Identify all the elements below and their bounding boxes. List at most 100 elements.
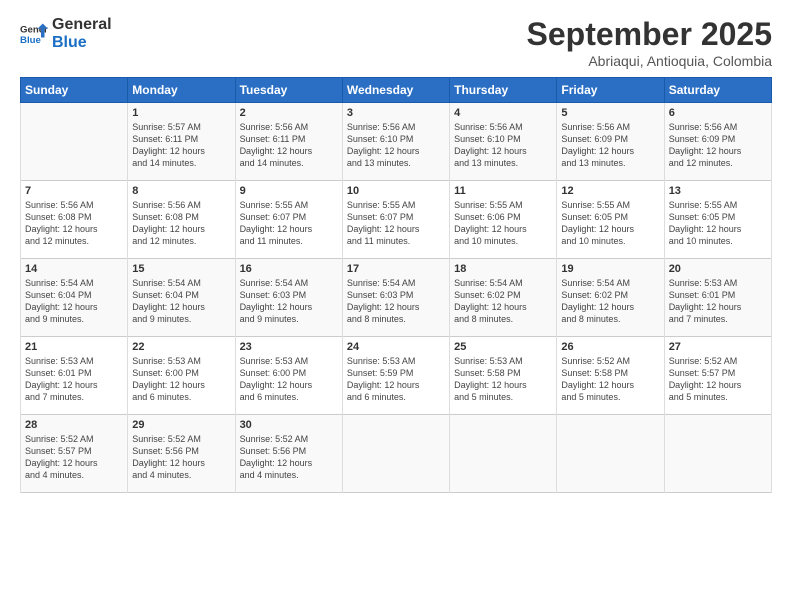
day-number: 13 [669, 185, 767, 197]
day-info: Sunrise: 5:55 AMSunset: 6:05 PMDaylight:… [561, 199, 659, 248]
calendar-cell: 12 Sunrise: 5:55 AMSunset: 6:05 PMDayligh… [557, 181, 664, 259]
calendar-cell: 29 Sunrise: 5:52 AMSunset: 5:56 PMDayligh… [128, 415, 235, 493]
calendar-cell: 21 Sunrise: 5:53 AMSunset: 6:01 PMDayligh… [21, 337, 128, 415]
day-number: 12 [561, 185, 659, 197]
day-info: Sunrise: 5:56 AMSunset: 6:08 PMDaylight:… [132, 199, 230, 248]
day-number: 17 [347, 263, 445, 275]
day-info: Sunrise: 5:54 AMSunset: 6:04 PMDaylight:… [132, 277, 230, 326]
calendar-cell: 20 Sunrise: 5:53 AMSunset: 6:01 PMDayligh… [664, 259, 771, 337]
calendar-cell: 13Sunrise: 5:55 AMSunset: 6:05 PMDayligh… [664, 181, 771, 259]
calendar-cell: 2 Sunrise: 5:56 AMSunset: 6:11 PMDaylight… [235, 103, 342, 181]
calendar-cell: 4 Sunrise: 5:56 AMSunset: 6:10 PMDaylight… [450, 103, 557, 181]
calendar-cell: 19 Sunrise: 5:54 AMSunset: 6:02 PMDayligh… [557, 259, 664, 337]
logo-line2: Blue [52, 34, 112, 52]
calendar-cell: 7 Sunrise: 5:56 AMSunset: 6:08 PMDaylight… [21, 181, 128, 259]
logo: General Blue General Blue [20, 16, 112, 51]
title-block: September 2025 Abriaqui, Antioquia, Colo… [527, 16, 772, 69]
calendar-cell: 14 Sunrise: 5:54 AMSunset: 6:04 PMDayligh… [21, 259, 128, 337]
day-number: 2 [240, 107, 338, 119]
day-number: 22 [132, 341, 230, 353]
weekday-header-tuesday: Tuesday [235, 78, 342, 103]
logo-line1: General [52, 16, 112, 34]
calendar-cell: 6Sunrise: 5:56 AMSunset: 6:09 PMDaylight… [664, 103, 771, 181]
calendar-cell: 18Sunrise: 5:54 AMSunset: 6:02 PMDayligh… [450, 259, 557, 337]
day-info: Sunrise: 5:55 AMSunset: 6:07 PMDaylight:… [347, 199, 445, 248]
day-number: 4 [454, 107, 552, 119]
day-info: Sunrise: 5:56 AMSunset: 6:08 PMDaylight:… [25, 199, 123, 248]
calendar-cell: 10 Sunrise: 5:55 AMSunset: 6:07 PMDayligh… [342, 181, 449, 259]
weekday-header-monday: Monday [128, 78, 235, 103]
day-info: Sunrise: 5:56 AMSunset: 6:09 PMDaylight:… [561, 121, 659, 170]
calendar-cell: 5 Sunrise: 5:56 AMSunset: 6:09 PMDaylight… [557, 103, 664, 181]
week-row-5: 28 Sunrise: 5:52 AMSunset: 5:57 PMDayligh… [21, 415, 772, 493]
calendar-cell: 15 Sunrise: 5:54 AMSunset: 6:04 PMDayligh… [128, 259, 235, 337]
calendar-cell [342, 415, 449, 493]
weekday-header-thursday: Thursday [450, 78, 557, 103]
calendar-cell: 1Sunrise: 5:57 AMSunset: 6:11 PMDaylight… [128, 103, 235, 181]
week-row-3: 14 Sunrise: 5:54 AMSunset: 6:04 PMDayligh… [21, 259, 772, 337]
day-info: Sunrise: 5:56 AMSunset: 6:10 PMDaylight:… [454, 121, 552, 170]
day-info: Sunrise: 5:53 AMSunset: 5:58 PMDaylight:… [454, 355, 552, 404]
calendar-cell [21, 103, 128, 181]
day-number: 21 [25, 341, 123, 353]
calendar-cell: 30Sunrise: 5:52 AMSunset: 5:56 PMDayligh… [235, 415, 342, 493]
day-number: 3 [347, 107, 445, 119]
logo-icon: General Blue [20, 20, 48, 48]
header: General Blue General Blue September 2025… [20, 16, 772, 69]
day-info: Sunrise: 5:53 AMSunset: 6:00 PMDaylight:… [240, 355, 338, 404]
day-info: Sunrise: 5:52 AMSunset: 5:57 PMDaylight:… [669, 355, 767, 404]
day-info: Sunrise: 5:52 AMSunset: 5:56 PMDaylight:… [240, 433, 338, 482]
day-number: 28 [25, 419, 123, 431]
day-number: 5 [561, 107, 659, 119]
day-number: 27 [669, 341, 767, 353]
calendar-cell: 27 Sunrise: 5:52 AMSunset: 5:57 PMDayligh… [664, 337, 771, 415]
calendar-cell [557, 415, 664, 493]
day-number: 19 [561, 263, 659, 275]
calendar-cell: 8 Sunrise: 5:56 AMSunset: 6:08 PMDaylight… [128, 181, 235, 259]
day-info: Sunrise: 5:56 AMSunset: 6:11 PMDaylight:… [240, 121, 338, 170]
calendar-cell: 9 Sunrise: 5:55 AMSunset: 6:07 PMDaylight… [235, 181, 342, 259]
day-number: 9 [240, 185, 338, 197]
calendar-cell: 16 Sunrise: 5:54 AMSunset: 6:03 PMDayligh… [235, 259, 342, 337]
calendar-cell [450, 415, 557, 493]
day-number: 15 [132, 263, 230, 275]
calendar-cell: 22Sunrise: 5:53 AMSunset: 6:00 PMDayligh… [128, 337, 235, 415]
day-number: 20 [669, 263, 767, 275]
day-number: 11 [454, 185, 552, 197]
day-info: Sunrise: 5:55 AMSunset: 6:07 PMDaylight:… [240, 199, 338, 248]
day-number: 25 [454, 341, 552, 353]
day-number: 14 [25, 263, 123, 275]
calendar-cell: 24Sunrise: 5:53 AMSunset: 5:59 PMDayligh… [342, 337, 449, 415]
day-info: Sunrise: 5:52 AMSunset: 5:57 PMDaylight:… [25, 433, 123, 482]
day-info: Sunrise: 5:52 AMSunset: 5:56 PMDaylight:… [132, 433, 230, 482]
day-number: 7 [25, 185, 123, 197]
day-info: Sunrise: 5:54 AMSunset: 6:03 PMDaylight:… [240, 277, 338, 326]
weekday-header-sunday: Sunday [21, 78, 128, 103]
day-number: 16 [240, 263, 338, 275]
month-title: September 2025 [527, 16, 772, 53]
day-info: Sunrise: 5:56 AMSunset: 6:10 PMDaylight:… [347, 121, 445, 170]
day-number: 10 [347, 185, 445, 197]
day-number: 8 [132, 185, 230, 197]
day-info: Sunrise: 5:54 AMSunset: 6:04 PMDaylight:… [25, 277, 123, 326]
week-row-1: 1Sunrise: 5:57 AMSunset: 6:11 PMDaylight… [21, 103, 772, 181]
day-info: Sunrise: 5:54 AMSunset: 6:03 PMDaylight:… [347, 277, 445, 326]
day-info: Sunrise: 5:55 AMSunset: 6:06 PMDaylight:… [454, 199, 552, 248]
calendar-cell [664, 415, 771, 493]
calendar-cell: 17 Sunrise: 5:54 AMSunset: 6:03 PMDayligh… [342, 259, 449, 337]
day-info: Sunrise: 5:54 AMSunset: 6:02 PMDaylight:… [561, 277, 659, 326]
day-number: 1 [132, 107, 230, 119]
calendar-cell: 26Sunrise: 5:52 AMSunset: 5:58 PMDayligh… [557, 337, 664, 415]
day-info: Sunrise: 5:53 AMSunset: 5:59 PMDaylight:… [347, 355, 445, 404]
calendar-cell: 28 Sunrise: 5:52 AMSunset: 5:57 PMDayligh… [21, 415, 128, 493]
day-info: Sunrise: 5:54 AMSunset: 6:02 PMDaylight:… [454, 277, 552, 326]
day-info: Sunrise: 5:53 AMSunset: 6:01 PMDaylight:… [669, 277, 767, 326]
day-info: Sunrise: 5:53 AMSunset: 6:01 PMDaylight:… [25, 355, 123, 404]
subtitle: Abriaqui, Antioquia, Colombia [527, 53, 772, 69]
day-number: 29 [132, 419, 230, 431]
day-info: Sunrise: 5:52 AMSunset: 5:58 PMDaylight:… [561, 355, 659, 404]
weekday-header-saturday: Saturday [664, 78, 771, 103]
calendar-cell: 23Sunrise: 5:53 AMSunset: 6:00 PMDayligh… [235, 337, 342, 415]
weekday-header-wednesday: Wednesday [342, 78, 449, 103]
week-row-2: 7 Sunrise: 5:56 AMSunset: 6:08 PMDaylight… [21, 181, 772, 259]
